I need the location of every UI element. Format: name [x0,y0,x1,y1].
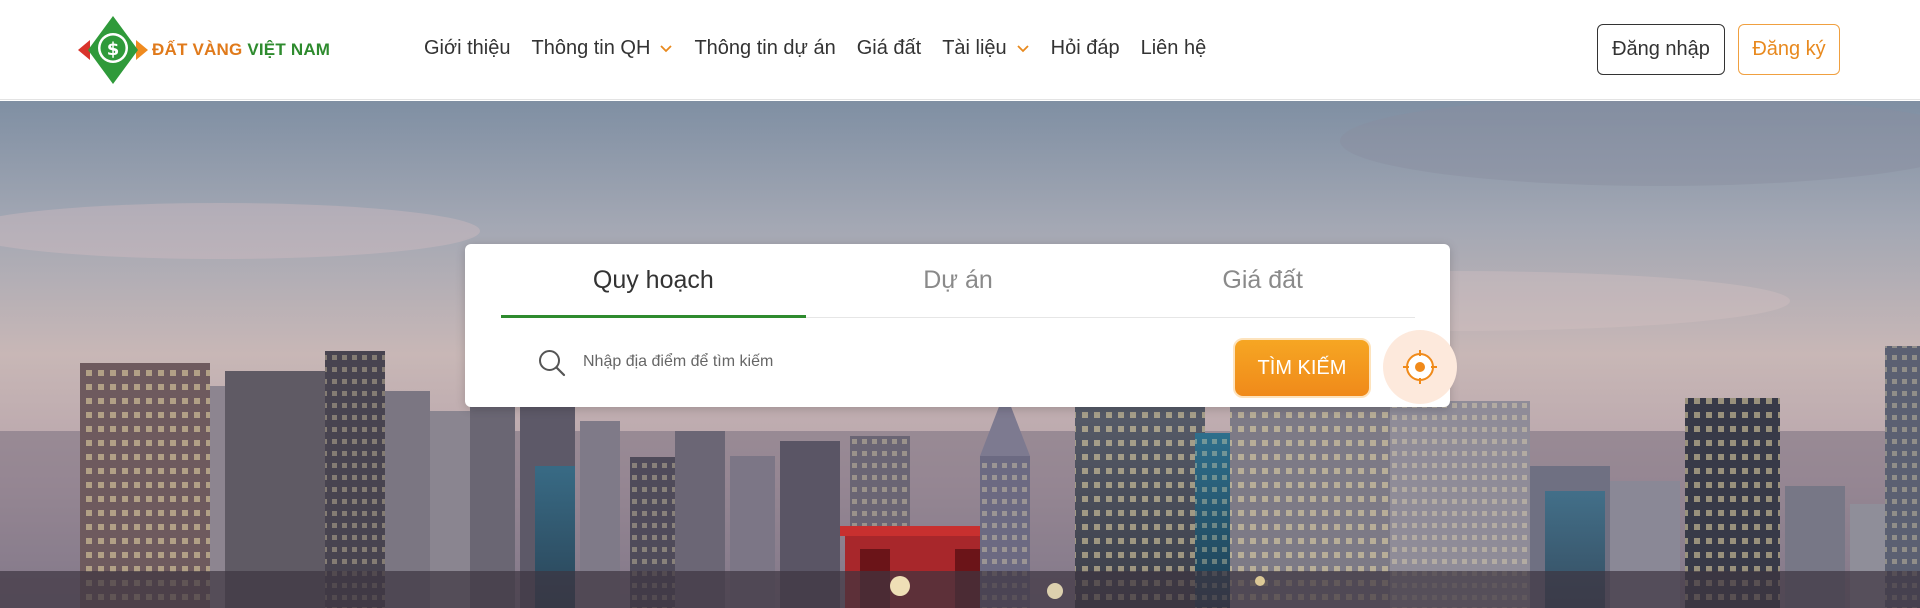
tab-du-an[interactable]: Dự án [806,244,1111,317]
search-panel: Quy hoạch Dự án Giá đất TÌM KIẾM [465,244,1457,407]
svg-text:$: $ [107,39,120,60]
search-button[interactable]: TÌM KIẾM [1233,338,1371,398]
nav-item-label: Hỏi đáp [1050,36,1120,59]
site-header: $ ĐẤT VÀNG VIỆT NAM Giới thiệu Thông tin… [0,0,1920,100]
brand-name: ĐẤT VÀNG VIỆT NAM [152,40,330,60]
main-nav: Giới thiệu Thông tin QH Thông tin dự án … [424,0,1227,96]
nav-item-label: Giá đất [856,36,922,59]
dollar-diamond-logo-icon: $ [78,16,148,84]
brand-name-part1: ĐẤT VÀNG [152,40,243,59]
login-button[interactable]: Đăng nhập [1597,24,1725,75]
chevron-down-icon [660,45,673,53]
search-row: TÌM KIẾM [501,318,1457,407]
search-input[interactable] [583,344,1163,380]
search-icon [539,350,566,377]
tab-gia-dat[interactable]: Giá đất [1110,244,1415,317]
nav-item-thong-tin-qh[interactable]: Thông tin QH [531,37,673,60]
nav-item-label: Tài liệu [942,36,1007,59]
nav-item-label: Thông tin dự án [694,36,836,59]
search-tabs: Quy hoạch Dự án Giá đất [501,244,1415,318]
nav-item-label: Thông tin QH [531,36,651,59]
nav-item-label: Liên hệ [1140,36,1207,59]
locate-button[interactable] [1383,330,1457,404]
nav-item-gia-dat[interactable]: Giá đất [857,37,921,60]
chevron-down-icon [1017,45,1029,53]
register-button[interactable]: Đăng ký [1738,24,1840,75]
nav-item-hoi-dap[interactable]: Hỏi đáp [1051,37,1120,60]
locate-target-icon [1403,350,1437,384]
nav-item-label: Giới thiệu [424,36,511,59]
nav-item-thong-tin-du-an[interactable]: Thông tin dự án [694,37,835,60]
nav-item-lien-he[interactable]: Liên hệ [1141,37,1207,60]
brand-logo[interactable]: $ ĐẤT VÀNG VIỆT NAM [74,14,334,86]
brand-name-part2: VIỆT NAM [247,40,331,59]
hero-banner: Quy hoạch Dự án Giá đất TÌM KIẾM [0,101,1920,608]
tab-quy-hoach[interactable]: Quy hoạch [501,244,806,318]
nav-item-tai-lieu[interactable]: Tài liệu [942,37,1029,60]
nav-item-gioi-thieu[interactable]: Giới thiệu [424,37,510,60]
